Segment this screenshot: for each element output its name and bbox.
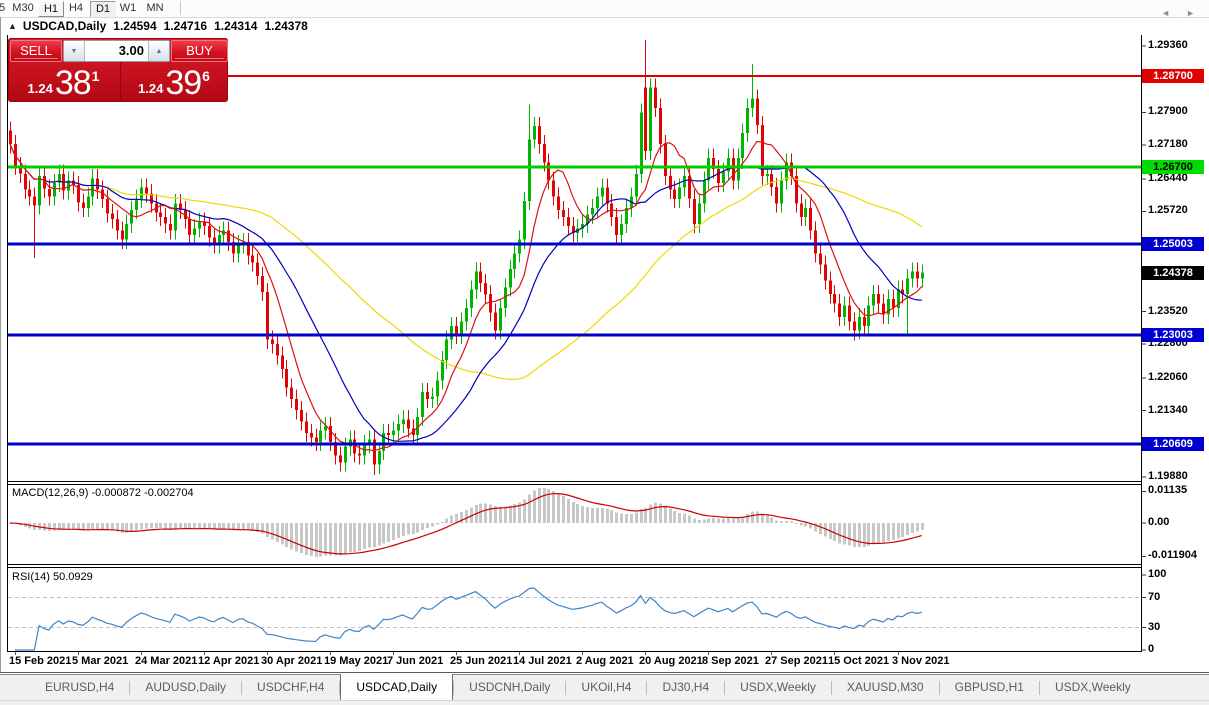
date-label: 25 Jun 2021: [450, 655, 512, 667]
date-label: 15 Oct 2021: [828, 655, 889, 667]
chart-tab-usdcnh-daily[interactable]: USDCNH,Daily: [454, 675, 565, 701]
price-tick-label: 1.29360: [1148, 39, 1188, 51]
sell-button[interactable]: SELL: [10, 40, 62, 62]
date-label: 27 Sep 2021: [765, 655, 828, 667]
sell-quote-big-digits: 38: [55, 66, 91, 100]
price-badge-1.26700: 1.26700: [1142, 160, 1204, 174]
price-badge-1.23003: 1.23003: [1142, 328, 1204, 342]
date-label: 19 May 2021: [324, 655, 388, 667]
chart-tab-bar: EURUSD,H4AUDUSD,DailyUSDCHF,H4USDCAD,Dai…: [0, 674, 1209, 701]
tab-scroll-left-icon[interactable]: ◄: [1161, 7, 1170, 19]
buy-button[interactable]: BUY: [171, 40, 228, 62]
chart-tab-eurusd-h4[interactable]: EURUSD,H4: [30, 675, 129, 701]
chart-tab-ukoil-h4[interactable]: UKOil,H4: [566, 675, 646, 701]
date-label: 15 Feb 2021: [9, 655, 71, 667]
volume-decrease-icon[interactable]: ▼: [64, 41, 85, 61]
date-label: 20 Aug 2021: [639, 655, 703, 667]
chart-tab-usdchf-h4[interactable]: USDCHF,H4: [242, 675, 339, 701]
sell-quote-prefix: 1.24: [28, 81, 53, 96]
tab-scroll-right-icon[interactable]: ►: [1186, 7, 1195, 19]
price-badge-1.25003: 1.25003: [1142, 237, 1204, 251]
macd-tick-label: 0.00: [1148, 516, 1169, 528]
chart-tab-xauusd-m30[interactable]: XAUUSD,M30: [832, 675, 939, 701]
rsi-tick-label: 70: [1148, 591, 1160, 603]
chart-tab-usdx-weekly[interactable]: USDX,Weekly: [725, 675, 831, 701]
macd-label: MACD(12,26,9) -0.000872 -0.002704: [12, 487, 194, 499]
chart-tab-gbpusd-h1[interactable]: GBPUSD,H1: [940, 675, 1039, 701]
trading-terminal: { "toolbar": { "timeframes": [ {"label":…: [0, 0, 1209, 704]
rsi-tick-label: 30: [1148, 621, 1160, 633]
date-label: 12 Apr 2021: [198, 655, 259, 667]
rsi-tick-label: 0: [1148, 643, 1154, 655]
date-label: 14 Jul 2021: [513, 655, 572, 667]
price-badge-1.24378: 1.24378: [1142, 266, 1204, 280]
rsi-tick-label: 100: [1148, 568, 1166, 580]
price-tick-label: 1.21340: [1148, 404, 1188, 416]
volume-value[interactable]: 3.00: [85, 41, 148, 61]
chart-canvas[interactable]: [0, 0, 1209, 704]
volume-stepper[interactable]: ▼ 3.00 ▲: [63, 40, 170, 62]
price-badge-1.28700: 1.28700: [1142, 69, 1204, 83]
one-click-trade-panel: SELL ▼ 3.00 ▲ BUY 1.24 38 1 1.24 39 6: [8, 38, 228, 102]
buy-quote[interactable]: 1.24 39 6: [120, 62, 227, 100]
price-tick-label: 1.23520: [1148, 305, 1188, 317]
price-badge-1.20609: 1.20609: [1142, 437, 1204, 451]
volume-increase-icon[interactable]: ▲: [148, 41, 169, 61]
chart-tab-usdx-weekly[interactable]: USDX,Weekly: [1040, 675, 1146, 701]
sell-quote-pipette: 1: [92, 68, 100, 84]
date-label: 8 Sep 2021: [702, 655, 759, 667]
macd-tick-label: -0.011904: [1148, 549, 1197, 561]
status-strip: [0, 700, 1209, 705]
price-tick-label: 1.19880: [1148, 470, 1188, 482]
date-label: 24 Mar 2021: [135, 655, 197, 667]
sell-quote[interactable]: 1.24 38 1: [10, 62, 117, 100]
price-tick-label: 1.25720: [1148, 204, 1188, 216]
buy-quote-prefix: 1.24: [138, 81, 163, 96]
date-label: 7 Jun 2021: [387, 655, 443, 667]
buy-quote-big-digits: 39: [165, 66, 201, 100]
buy-quote-pipette: 6: [202, 68, 210, 84]
rsi-label: RSI(14) 50.0929: [12, 571, 93, 583]
date-label: 2 Aug 2021: [576, 655, 634, 667]
price-tick-label: 1.22060: [1148, 371, 1188, 383]
date-label: 3 Nov 2021: [892, 655, 949, 667]
date-label: 5 Mar 2021: [72, 655, 128, 667]
tab-bar-left-pad: [0, 675, 30, 701]
chart-tab-usdcad-daily[interactable]: USDCAD,Daily: [340, 674, 453, 701]
price-tick-label: 1.27180: [1148, 138, 1188, 150]
chart-tab-audusd-daily[interactable]: AUDUSD,Daily: [130, 675, 241, 701]
macd-tick-label: 0.01135: [1148, 484, 1187, 496]
date-label: 30 Apr 2021: [261, 655, 322, 667]
price-tick-label: 1.27900: [1148, 105, 1188, 117]
chart-tab-dj30-h4[interactable]: DJ30,H4: [647, 675, 724, 701]
